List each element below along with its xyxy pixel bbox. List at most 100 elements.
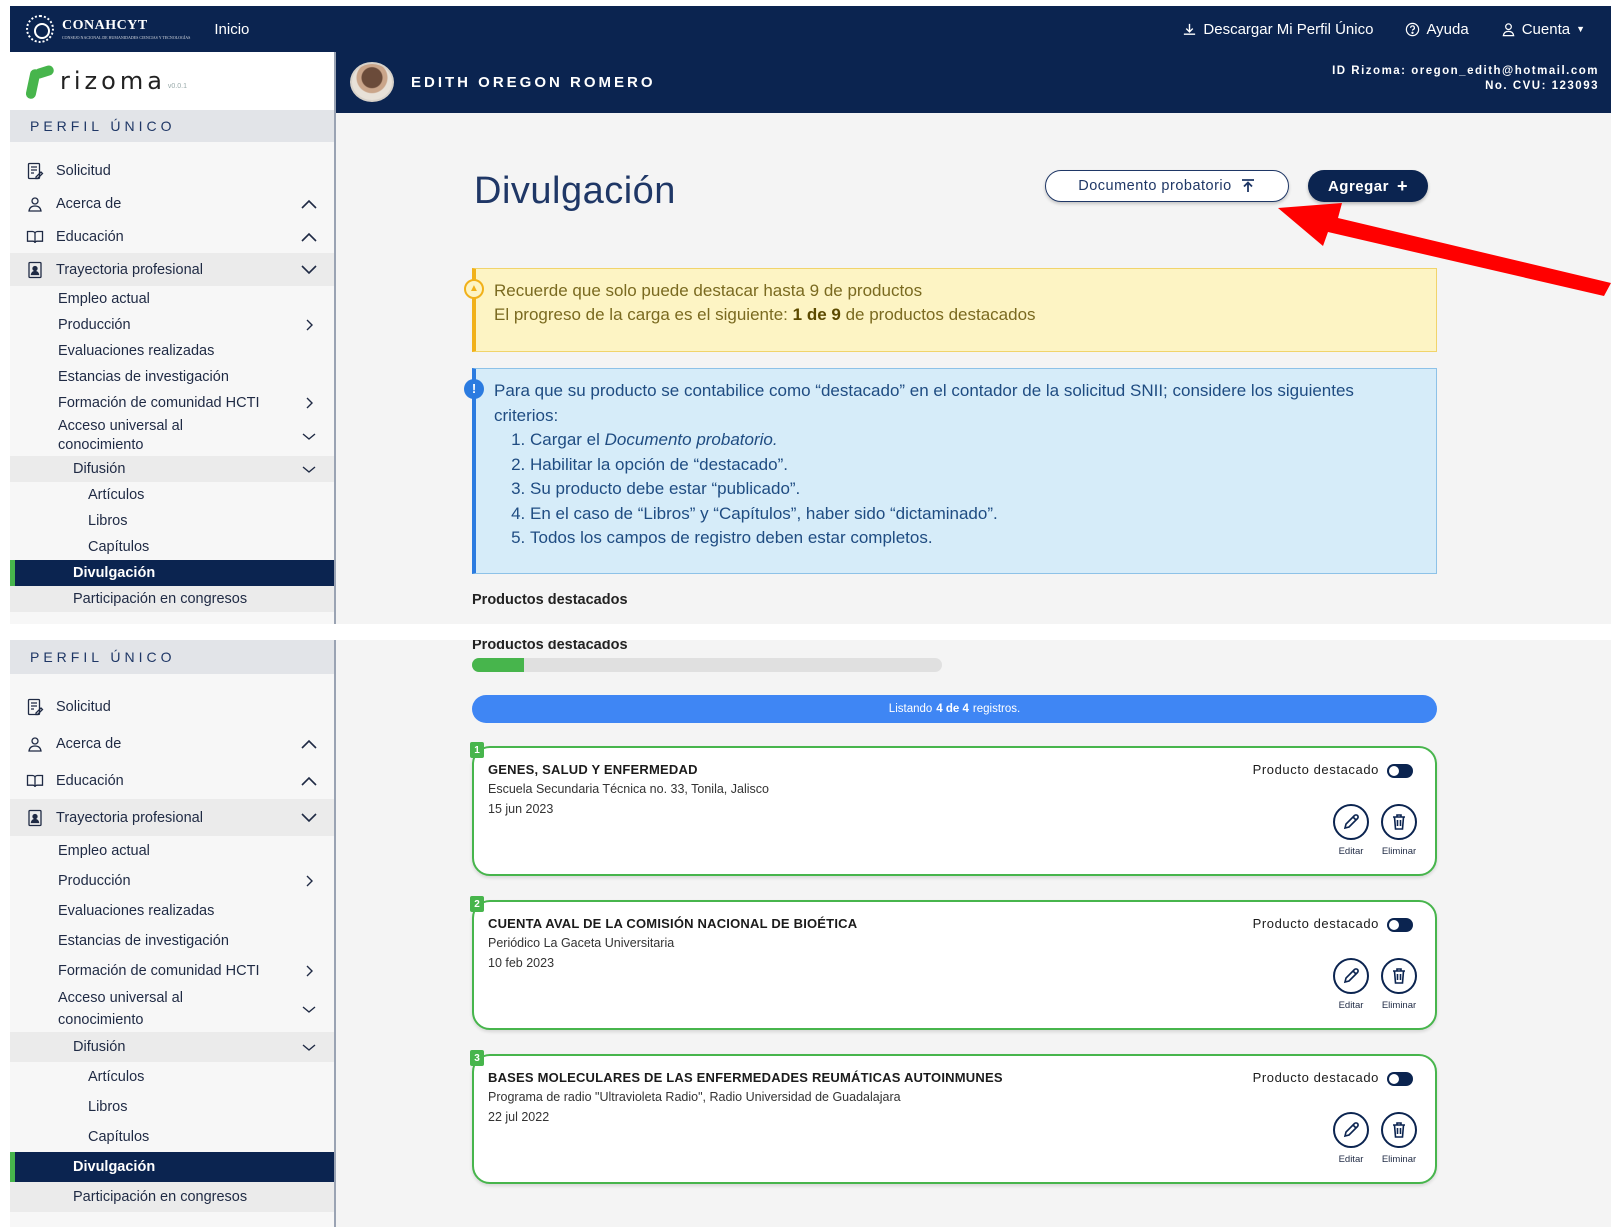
sidebar-item-formacion[interactable]: Formación de comunidad HCTI — [10, 390, 334, 416]
doc-button-label: Documento probatorio — [1078, 178, 1232, 194]
sidebar-item-evaluaciones[interactable]: Evaluaciones realizadas — [10, 896, 334, 926]
criteria-item: Habilitar la opción de “destacado”. — [530, 453, 1418, 478]
featured-label: Producto destacado — [1252, 1070, 1379, 1085]
criteria-item: Cargar el Documento probatorio. — [530, 428, 1418, 453]
sidebar-item-educacion[interactable]: Educación — [10, 220, 334, 253]
info-intro: Para que su producto se contabilice como… — [494, 381, 1354, 425]
pencil-icon — [1343, 1122, 1359, 1138]
chevron-right-icon — [298, 396, 320, 410]
sidebar-item-capitulos[interactable]: Capítulos — [10, 1122, 334, 1152]
help-icon — [1406, 22, 1420, 36]
delete-button[interactable]: Eliminar — [1379, 804, 1419, 857]
pencil-icon — [1343, 968, 1359, 984]
edit-label: Editar — [1338, 846, 1364, 857]
user-header: EDITH OREGON ROMERO ID Rizoma: oregon_ed… — [336, 52, 1611, 113]
sidebar-item-empleo[interactable]: Empleo actual — [10, 836, 334, 866]
sidebar-item-acerca[interactable]: Acerca de — [10, 187, 334, 220]
sidebar-item-articulos[interactable]: Artículos — [10, 482, 334, 508]
featured-toggle[interactable] — [1387, 1072, 1413, 1086]
sidebar-item-trayectoria[interactable]: Trayectoria profesional — [10, 253, 334, 286]
record-date: 10 feb 2023 — [488, 956, 555, 970]
book-icon — [24, 770, 46, 792]
listing-bar: Listando 4 de 4 registros. — [472, 695, 1437, 723]
help-label: Ayuda — [1426, 20, 1469, 38]
warning-line-1: Recuerde que solo puede destacar hasta 9… — [494, 281, 923, 300]
record-date: 22 jul 2022 — [488, 1110, 550, 1124]
download-profile-link[interactable]: Descargar Mi Perfil Único — [1182, 21, 1373, 38]
sidebar-item-articulos[interactable]: Artículos — [10, 1062, 334, 1092]
sidebar: PERFIL ÚNICO Solicitud Acerca de Educaci… — [10, 640, 336, 1227]
criteria-list: Cargar el Documento probatorio. Habilita… — [530, 428, 1418, 551]
sidebar-item-solicitud[interactable]: Solicitud — [10, 688, 334, 725]
screenshot-bottom: PERFIL ÚNICO Solicitud Acerca de Educaci… — [10, 640, 1611, 1227]
featured-toggle[interactable] — [1387, 764, 1413, 778]
nav-home-link[interactable]: Inicio — [214, 21, 249, 38]
sidebar-item-formacion[interactable]: Formación de comunidad HCTI — [10, 956, 334, 986]
info-alert: ! Para que su producto se contabilice co… — [464, 368, 1437, 574]
brand-name: CONAHCYT — [62, 18, 148, 33]
rizoma-mark-icon — [22, 63, 56, 99]
chevron-right-icon — [298, 318, 320, 332]
sidebar-item-libros[interactable]: Libros — [10, 508, 334, 534]
edit-label: Editar — [1338, 1154, 1364, 1165]
chevron-up-icon — [298, 774, 320, 788]
sidebar-item-acceso[interactable]: Acceso universal al conocimiento — [10, 416, 334, 456]
featured-label: Producto destacado — [1252, 916, 1379, 931]
delete-label: Eliminar — [1381, 1000, 1417, 1011]
sidebar-item-empleo[interactable]: Empleo actual — [10, 286, 334, 312]
edit-button[interactable]: Editar — [1331, 958, 1371, 1011]
delete-button[interactable]: Eliminar — [1379, 958, 1419, 1011]
account-label: Cuenta — [1521, 20, 1571, 38]
sidebar-item-estancias[interactable]: Estancias de investigación — [10, 364, 334, 390]
delete-label: Eliminar — [1381, 846, 1417, 857]
badge-icon — [24, 259, 46, 281]
criteria-item: Su producto debe estar “publicado”. — [530, 477, 1418, 502]
user-ids: ID Rizoma: oregon_edith@hotmail.com No. … — [1332, 64, 1599, 94]
sidebar-item-produccion[interactable]: Producción — [10, 312, 334, 338]
account-menu[interactable]: Cuenta ▼ — [1501, 21, 1585, 38]
featured-toggle[interactable] — [1387, 918, 1413, 932]
help-link[interactable]: Ayuda — [1405, 20, 1469, 38]
documento-probatorio-button[interactable]: Documento probatorio — [1045, 170, 1289, 202]
record-organization: Escuela Secundaria Técnica no. 33, Tonil… — [488, 782, 769, 796]
badge-icon — [24, 807, 46, 829]
sidebar-item-trayectoria[interactable]: Trayectoria profesional — [10, 799, 334, 836]
sidebar-item-produccion[interactable]: Producción — [10, 866, 334, 896]
edit-button[interactable]: Editar — [1331, 1112, 1371, 1165]
sidebar-item-solicitud[interactable]: Solicitud — [10, 154, 334, 187]
sidebar-item-evaluaciones[interactable]: Evaluaciones realizadas — [10, 338, 334, 364]
chevron-right-icon — [298, 874, 320, 888]
sidebar-item-participacion[interactable]: Participación en congresos — [10, 586, 334, 612]
sidebar-item-divulgacion[interactable]: Divulgación — [10, 560, 334, 586]
screenshot-top: CONAHCYT CONSEJO NACIONAL DE HUMANIDADES … — [10, 6, 1611, 624]
section-header: PERFIL ÚNICO — [10, 110, 334, 142]
sidebar-item-educacion[interactable]: Educación — [10, 762, 334, 799]
sidebar-item-divulgacion[interactable]: Divulgación — [10, 1152, 334, 1182]
sidebar-item-acerca[interactable]: Acerca de — [10, 725, 334, 762]
user-icon — [1502, 22, 1515, 36]
chevron-up-icon — [298, 230, 320, 244]
record-organization: Periódico La Gaceta Universitaria — [488, 936, 675, 950]
form-icon — [24, 160, 46, 182]
sidebar-item-estancias[interactable]: Estancias de investigación — [10, 926, 334, 956]
sidebar-item-capitulos[interactable]: Capítulos — [10, 534, 334, 560]
delete-button[interactable]: Eliminar — [1379, 1112, 1419, 1165]
rizoma-id: ID Rizoma: oregon_edith@hotmail.com — [1332, 65, 1599, 77]
pencil-icon — [1343, 814, 1359, 830]
trash-icon — [1393, 1122, 1405, 1138]
sidebar-item-acceso[interactable]: Acceso universal al conocimiento — [10, 986, 334, 1032]
book-icon — [24, 226, 46, 248]
sidebar-item-difusion[interactable]: Difusión — [10, 456, 334, 482]
avatar — [350, 62, 394, 102]
chevron-down-icon — [298, 462, 320, 476]
sidebar-item-difusion[interactable]: Difusión — [10, 1032, 334, 1062]
sidebar-item-libros[interactable]: Libros — [10, 1092, 334, 1122]
featured-title: Productos destacados — [472, 640, 628, 653]
chevron-up-icon — [298, 197, 320, 211]
conahcyt-logo[interactable]: CONAHCYT CONSEJO NACIONAL DE HUMANIDADES … — [26, 15, 190, 43]
chevron-down-icon — [298, 1002, 320, 1016]
rizoma-logo[interactable]: rizoma v0.0.1 — [10, 52, 334, 110]
edit-button[interactable]: Editar — [1331, 804, 1371, 857]
chevron-down-icon — [298, 1040, 320, 1054]
sidebar-item-participacion[interactable]: Participación en congresos — [10, 1182, 334, 1212]
